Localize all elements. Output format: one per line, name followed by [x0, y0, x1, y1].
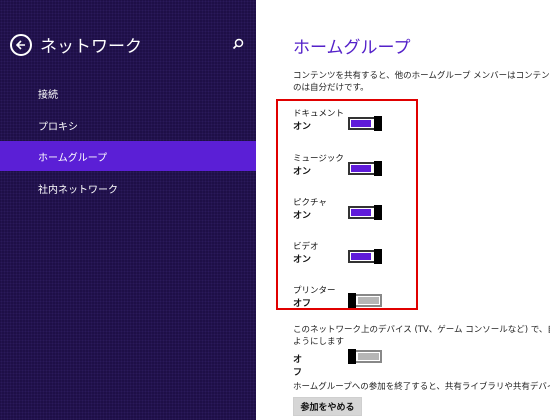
page-title: ホームグループ	[293, 38, 411, 58]
nav-title: ネットワーク	[40, 37, 142, 57]
back-button[interactable]	[10, 33, 32, 56]
nav-item-label: 社内ネットワーク	[38, 184, 118, 196]
nav-item-proxy[interactable]: プロキシ	[0, 110, 256, 140]
nav-item-connections[interactable]: 接続	[0, 78, 256, 108]
description-line: のは自分だけです。	[293, 83, 369, 93]
nav-header: ネットワーク	[10, 32, 142, 57]
highlight-box	[276, 99, 418, 310]
description-line: コンテンツを共有すると、他のホームグループ メンバーはコンテンツを参照	[293, 71, 550, 81]
search-icon[interactable]	[232, 38, 244, 50]
leave-homegroup-button[interactable]: 参加をやめる	[293, 397, 362, 416]
nav-item-label: ホームグループ	[38, 152, 108, 164]
share-description: コンテンツを共有すると、他のホームグループ メンバーはコンテンツを参照 のは自分…	[293, 70, 550, 94]
nav-item-label: 接続	[38, 89, 58, 101]
devices-line: ようにします	[293, 337, 345, 347]
devices-state: オフ	[293, 355, 303, 378]
back-arrow-icon	[15, 39, 25, 50]
devices-line: このネットワーク上のデバイス (TV、ゲーム コンソールなど) で、自分の音	[293, 325, 550, 335]
nav-item-workplace[interactable]: 社内ネットワーク	[0, 173, 256, 203]
nav-item-label: プロキシ	[38, 121, 78, 133]
navigation-pane: ネットワーク 接続 プロキシ ホームグループ 社内ネットワーク	[0, 0, 256, 420]
devices-description: このネットワーク上のデバイス (TV、ゲーム コンソールなど) で、自分の音 よ…	[293, 324, 550, 348]
nav-item-homegroup[interactable]: ホームグループ	[0, 141, 256, 171]
leave-description: ホームグループへの参加を終了すると、共有ライブラリや共有デバイスに	[293, 382, 550, 392]
devices-toggle[interactable]	[348, 349, 382, 364]
